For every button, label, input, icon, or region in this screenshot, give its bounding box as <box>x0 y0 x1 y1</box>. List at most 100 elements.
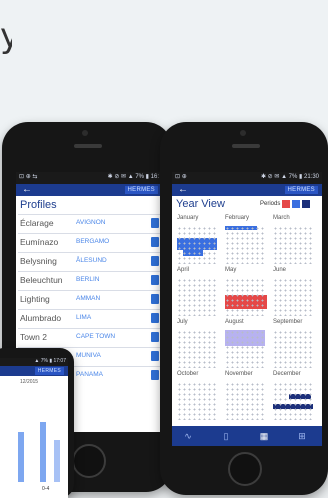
chart-bar <box>54 440 60 482</box>
day-dots <box>273 278 313 316</box>
profile-row[interactable]: Beleuchtun BERLIN <box>18 271 162 289</box>
profile-row[interactable]: Town 2 CAPE TOWN <box>18 328 162 346</box>
month-name: August <box>225 319 244 325</box>
month-calendar[interactable]: July <box>177 318 217 368</box>
month-name: December <box>273 371 301 377</box>
back-arrow-icon[interactable]: ← <box>22 184 32 196</box>
tab-calendar-icon[interactable]: ⊞ <box>296 431 308 441</box>
month-name: April <box>177 267 190 273</box>
profile-name: Eumínazo <box>20 237 59 247</box>
profile-row[interactable]: Éclarage AVIGNON <box>18 214 162 232</box>
month-calendar[interactable]: December <box>273 370 313 420</box>
day-grid <box>177 382 217 420</box>
home-button[interactable] <box>228 452 262 486</box>
day-dots <box>273 382 313 420</box>
day-grid <box>225 382 265 420</box>
day-dots <box>177 226 217 264</box>
period-red-swatch[interactable] <box>282 200 290 208</box>
phone-chart-small: ▲ 7% ▮ 17:07 HERMES 12/2015 0-4 <box>0 348 74 498</box>
screen-year-view: ⊡ ⊕ ✱ ⊘ ✉ ▲ 7% ▮ 21:30 ← HERMES Year Vie… <box>172 172 322 446</box>
profile-row[interactable]: Eumínazo BERGAMO <box>18 233 162 251</box>
profile-row[interactable]: Alumbrado LIMA <box>18 309 162 327</box>
day-grid <box>225 330 265 368</box>
status-icons-right: ▲ 7% ▮ 17:07 <box>34 358 66 364</box>
profile-checkbox[interactable] <box>151 351 159 361</box>
day-grid <box>225 226 265 264</box>
profile-city: BERLIN <box>76 276 100 283</box>
month-calendar[interactable]: June <box>273 266 313 316</box>
month-calendar[interactable]: August <box>225 318 265 368</box>
sub-label: 12/2015 <box>20 379 39 385</box>
profile-checkbox[interactable] <box>151 275 159 285</box>
month-name: March <box>273 215 290 221</box>
month-name: November <box>225 371 253 377</box>
status-icons-left: ⊡ ⊕ <box>175 174 187 180</box>
period-navy-swatch[interactable] <box>302 200 310 208</box>
month-name: July <box>177 319 188 325</box>
month-calendar[interactable]: October <box>177 370 217 420</box>
month-calendar[interactable]: February <box>225 214 265 264</box>
profile-row[interactable]: Belysning ÅLESUND <box>18 252 162 270</box>
chart-bar <box>18 432 24 482</box>
day-grid <box>273 226 313 264</box>
day-grid <box>177 330 217 368</box>
backdrop-partial-letter: y <box>0 16 12 56</box>
profile-checkbox[interactable] <box>151 218 159 228</box>
profile-checkbox[interactable] <box>151 332 159 342</box>
profile-checkbox[interactable] <box>151 294 159 304</box>
profile-city: AMMAN <box>76 295 101 302</box>
status-bar: ▲ 7% ▮ 17:07 <box>0 358 68 366</box>
profile-city: BERGAMO <box>76 238 110 245</box>
day-dots <box>225 330 265 368</box>
day-dots <box>177 382 217 420</box>
profile-name: Éclarage <box>20 218 54 228</box>
day-dots <box>273 226 313 264</box>
status-icons-right: ✱ ⊘ ✉ ▲ 7% ▮ 16: <box>107 174 159 180</box>
tab-document-icon[interactable]: ▯ <box>220 431 232 441</box>
axis-label: 0-4 <box>42 486 50 492</box>
day-grid <box>225 278 267 316</box>
tab-trend-icon[interactable]: ∿ <box>182 431 194 441</box>
month-calendar[interactable]: March <box>273 214 313 264</box>
month-name: February <box>225 215 250 221</box>
period-label: Periods <box>260 201 281 207</box>
brand-logo: HERMES <box>284 186 318 194</box>
profile-checkbox[interactable] <box>151 256 159 266</box>
day-dots <box>177 330 217 368</box>
month-calendar[interactable]: September <box>273 318 313 368</box>
profile-name: Town 2 <box>20 332 47 342</box>
day-grid <box>273 278 313 316</box>
period-blue-swatch[interactable] <box>292 200 300 208</box>
brand-logo: HERMES <box>34 367 64 375</box>
month-name: October <box>177 371 199 377</box>
camera <box>240 130 246 136</box>
profile-checkbox[interactable] <box>151 370 159 380</box>
day-dots <box>273 330 313 368</box>
profile-name: Alumbrado <box>20 313 62 323</box>
profile-city: AVIGNON <box>76 219 106 226</box>
profile-city: MUNIVA <box>76 352 101 359</box>
month-calendar[interactable]: April <box>177 266 217 316</box>
home-button[interactable] <box>72 444 106 478</box>
profile-row[interactable]: Lighting AMMAN <box>18 290 162 308</box>
day-dots <box>177 278 217 316</box>
profile-city: ÅLESUND <box>76 257 107 264</box>
month-name: May <box>225 267 237 273</box>
profile-checkbox[interactable] <box>151 237 159 247</box>
speaker <box>74 144 102 148</box>
day-dots <box>225 278 265 316</box>
profile-checkbox[interactable] <box>151 313 159 323</box>
tab-chart-icon[interactable]: ▦ <box>258 431 270 441</box>
month-calendar[interactable]: January <box>177 214 217 264</box>
day-grid <box>177 226 217 264</box>
back-arrow-icon[interactable]: ← <box>178 184 188 196</box>
month-calendar[interactable]: November <box>225 370 265 420</box>
month-calendar[interactable]: May <box>225 266 267 316</box>
page-title: Year View <box>176 198 225 210</box>
profile-name: Lighting <box>20 294 50 304</box>
speaker <box>232 144 260 148</box>
brand-logo: HERMES <box>124 186 158 194</box>
bottom-tab-bar: ∿ ▯ ▦ ⊞ <box>172 426 322 446</box>
app-bar: ← HERMES <box>172 184 322 196</box>
app-bar: HERMES <box>0 366 68 376</box>
